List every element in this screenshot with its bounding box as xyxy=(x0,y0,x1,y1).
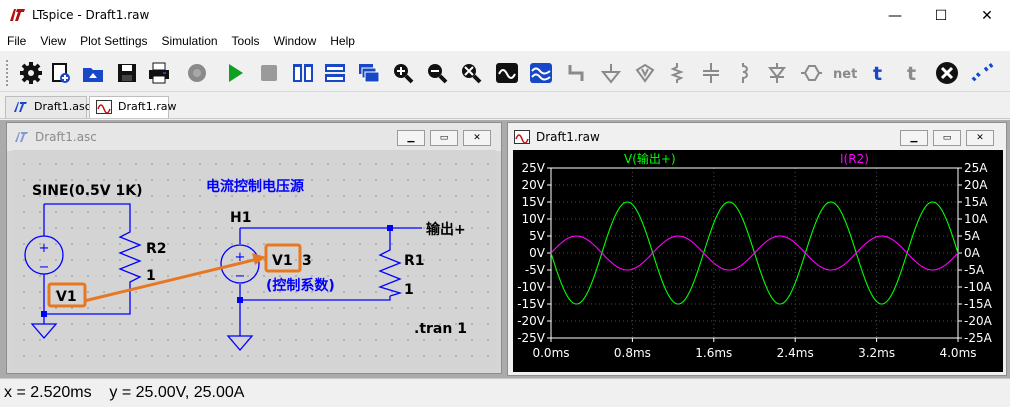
status-bar: x = 2.520ms y = 25.00V, 25.00A xyxy=(0,378,1010,407)
y2-tick-label: 5A xyxy=(964,229,981,243)
y2-tick-label: 20A xyxy=(964,178,988,192)
y-tick-label: -25V xyxy=(517,331,546,345)
y-tick-label: 25V xyxy=(522,161,546,175)
y2-tick-label: -10A xyxy=(964,280,993,294)
y2-axis-ticks: 25A 20A 15A 10A 5A 0A -5A -10A -15A -20A -25A xyxy=(958,161,993,345)
y2-tick-label: -15A xyxy=(964,297,993,311)
y2-tick-label: 15A xyxy=(964,195,988,209)
trace-label-v-output[interactable]: V(输出+) xyxy=(624,151,676,166)
y2-tick-label: 10A xyxy=(964,212,988,226)
y-tick-label: -5V xyxy=(525,263,546,277)
y2-tick-label: 0A xyxy=(964,246,981,260)
y-tick-label: -15V xyxy=(517,297,546,311)
x-tick-label: 3.2ms xyxy=(858,346,895,360)
y-tick-label: 5V xyxy=(529,229,546,243)
y2-tick-label: 25A xyxy=(964,161,988,175)
trace-i-r2[interactable] xyxy=(550,235,959,271)
y-tick-label: 15V xyxy=(522,195,546,209)
x-axis-ticks: 0.0ms 0.8ms 1.6ms 2.4ms 3.2ms 4.0ms xyxy=(532,338,977,360)
y-axis-ticks: 25V 20V 15V 10V 5V 0V -5V -10V -15V -20V -25V xyxy=(517,161,551,345)
waveform-plot: 25V20V15V10V5V0V-5V-10V-15V-20V-25V 25A2… xyxy=(517,151,993,360)
y-tick-label: 10V xyxy=(522,212,546,226)
y-tick-label: -20V xyxy=(517,314,546,328)
x-tick-label: 0.0ms xyxy=(532,346,569,360)
x-tick-label: 0.8ms xyxy=(614,346,651,360)
y2-tick-label: -25A xyxy=(964,331,993,345)
y2-tick-label: -5A xyxy=(964,263,985,277)
y-tick-label: 0V xyxy=(529,246,546,260)
cursor-readout: x = 2.520ms y = 25.00V, 25.00A xyxy=(4,384,245,401)
x-tick-label: 2.4ms xyxy=(777,346,814,360)
y-tick-label: -10V xyxy=(517,280,546,294)
trace-label-i-r2[interactable]: I(R2) xyxy=(840,152,869,166)
x-tick-label: 1.6ms xyxy=(695,346,732,360)
y2-tick-label: -20A xyxy=(964,314,993,328)
x-tick-label: 4.0ms xyxy=(939,346,976,360)
y-tick-label: 20V xyxy=(522,178,546,192)
